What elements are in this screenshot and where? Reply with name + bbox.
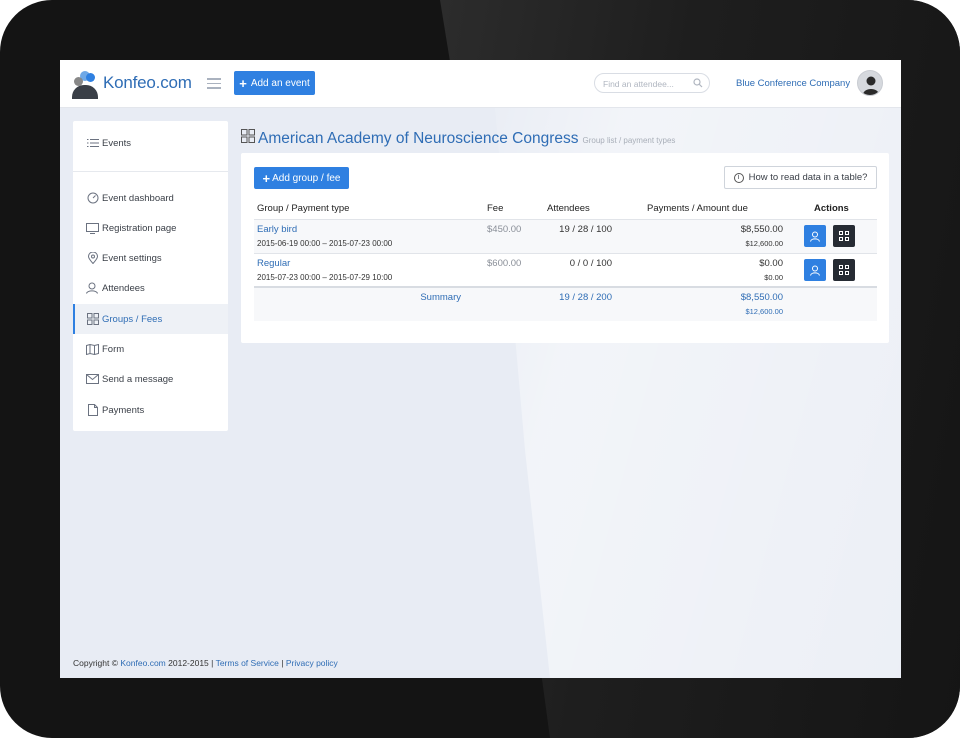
summary-payments: $8,550.00 <box>740 292 783 303</box>
add-event-label: Add an event <box>250 77 310 89</box>
page-title: American Academy of Neuroscience Congres… <box>241 129 675 148</box>
logo-text: Konfeo.com <box>103 73 192 92</box>
app-screen: Konfeo.com + Add an event Find an attend… <box>60 60 901 678</box>
monitor-icon <box>86 222 99 235</box>
grid-icon <box>839 265 849 275</box>
group-attendees: 0 / 0 / 100 <box>569 258 612 269</box>
help-label: How to read data in a table? <box>748 172 868 183</box>
menu-toggle-icon[interactable] <box>207 78 221 89</box>
terms-link[interactable]: Terms of Service <box>216 658 279 668</box>
grid-icon <box>241 129 255 146</box>
search-icon[interactable] <box>693 78 703 90</box>
add-attendee-button[interactable] <box>804 259 826 281</box>
groups-panel: + Add group / fee i How to read data in … <box>241 153 889 343</box>
group-fee: $600.00 <box>487 258 522 269</box>
how-to-read-table-button[interactable]: i How to read data in a table? <box>724 166 877 189</box>
sidebar-item-label: Attendees <box>102 282 145 294</box>
column-header-group[interactable]: Group / Payment type <box>257 203 349 214</box>
group-name-link[interactable]: Early bird <box>257 224 297 235</box>
group-dates: 2015-07-23 00:00 – 2015-07-29 10:00 <box>257 273 393 282</box>
sidebar-item-form[interactable]: Form <box>73 334 228 364</box>
add-group-button[interactable]: + Add group / fee <box>254 167 349 189</box>
add-group-label: Add group / fee <box>272 172 341 184</box>
group-name-link[interactable]: Regular <box>257 258 290 269</box>
sidebar-item-label: Event settings <box>102 252 162 264</box>
location-pin-icon <box>86 252 99 265</box>
sidebar-item-event-settings[interactable]: Event settings <box>73 243 228 273</box>
group-payments: $8,550.00 <box>740 224 783 235</box>
tablet-frame: Konfeo.com + Add an event Find an attend… <box>0 0 960 738</box>
group-amount-due: $0.00 <box>764 273 783 282</box>
add-user-icon <box>809 265 820 276</box>
sidebar-item-label: Registration page <box>102 222 177 234</box>
group-dates: 2015-06-19 00:00 – 2015-07-23 00:00 <box>257 239 393 248</box>
summary-label: Summary <box>420 292 461 303</box>
group-details-button[interactable] <box>833 259 855 281</box>
sidebar-divider <box>73 171 228 172</box>
event-title: American Academy of Neuroscience Congres… <box>258 130 579 147</box>
sidebar-item-label: Groups / Fees <box>102 313 163 325</box>
map-icon <box>86 343 99 356</box>
list-icon <box>86 137 99 150</box>
group-fee: $450.00 <box>487 224 522 235</box>
footer-separator: | <box>281 658 284 668</box>
envelope-icon <box>86 373 99 386</box>
user-silhouette-icon <box>863 76 879 95</box>
plus-icon: + <box>262 170 271 186</box>
brand-link[interactable]: Konfeo.com <box>120 658 165 668</box>
info-icon: i <box>733 172 744 183</box>
sidebar-item-label: Events <box>102 137 132 149</box>
plus-icon: + <box>239 75 247 91</box>
copyright-text: Copyright © <box>73 658 119 668</box>
privacy-link[interactable]: Privacy policy <box>286 658 338 668</box>
summary-attendees: 19 / 28 / 200 <box>559 292 612 303</box>
column-header-actions: Actions <box>814 203 849 214</box>
group-details-button[interactable] <box>833 225 855 247</box>
add-attendee-button[interactable] <box>804 225 826 247</box>
add-user-icon <box>809 231 820 242</box>
grid-icon <box>86 313 99 326</box>
column-header-attendees[interactable]: Attendees <box>547 203 590 214</box>
user-avatar[interactable] <box>857 70 883 96</box>
top-bar: Konfeo.com + Add an event Find an attend… <box>60 60 901 108</box>
row-divider <box>254 253 877 254</box>
sidebar-item-event-dashboard[interactable]: Event dashboard <box>73 183 228 213</box>
users-icon <box>86 282 99 295</box>
sidebar-item-events[interactable]: Events <box>73 128 228 158</box>
copyright-years: 2012-2015 | <box>168 658 214 668</box>
sidebar-item-label: Payments <box>102 404 145 416</box>
attendee-search-input[interactable]: Find an attendee... <box>594 73 710 93</box>
sidebar-item-attendees[interactable]: Attendees <box>73 273 228 303</box>
logo[interactable]: Konfeo.com <box>72 68 192 99</box>
search-placeholder: Find an attendee... <box>603 79 674 89</box>
column-header-fee[interactable]: Fee <box>487 203 503 214</box>
grid-icon <box>839 231 849 241</box>
sidebar-item-send-message[interactable]: Send a message <box>73 364 228 394</box>
summary-amount-due: $12,600.00 <box>745 307 783 316</box>
document-icon <box>86 404 99 417</box>
sidebar: Events Event dashboard Registration page… <box>73 121 228 431</box>
column-header-payments[interactable]: Payments / Amount due <box>647 203 748 214</box>
sidebar-item-payments[interactable]: Payments <box>73 395 228 425</box>
group-payments: $0.00 <box>759 258 783 269</box>
gauge-icon <box>86 192 99 205</box>
logo-people-icon <box>72 71 100 99</box>
add-event-button[interactable]: + Add an event <box>234 71 315 95</box>
group-attendees: 19 / 28 / 100 <box>559 224 612 235</box>
sidebar-item-registration-page[interactable]: Registration page <box>73 213 228 243</box>
sidebar-item-label: Send a message <box>102 373 174 385</box>
company-name-link[interactable]: Blue Conference Company <box>736 78 850 89</box>
sidebar-item-label: Event dashboard <box>102 192 174 204</box>
footer: Copyright © Konfeo.com 2012-2015 | Terms… <box>73 658 338 668</box>
breadcrumb: Group list / payment types <box>582 136 676 145</box>
group-amount-due: $12,600.00 <box>745 239 783 248</box>
sidebar-item-groups-fees[interactable]: Groups / Fees <box>73 304 228 334</box>
sidebar-item-label: Form <box>102 343 125 355</box>
